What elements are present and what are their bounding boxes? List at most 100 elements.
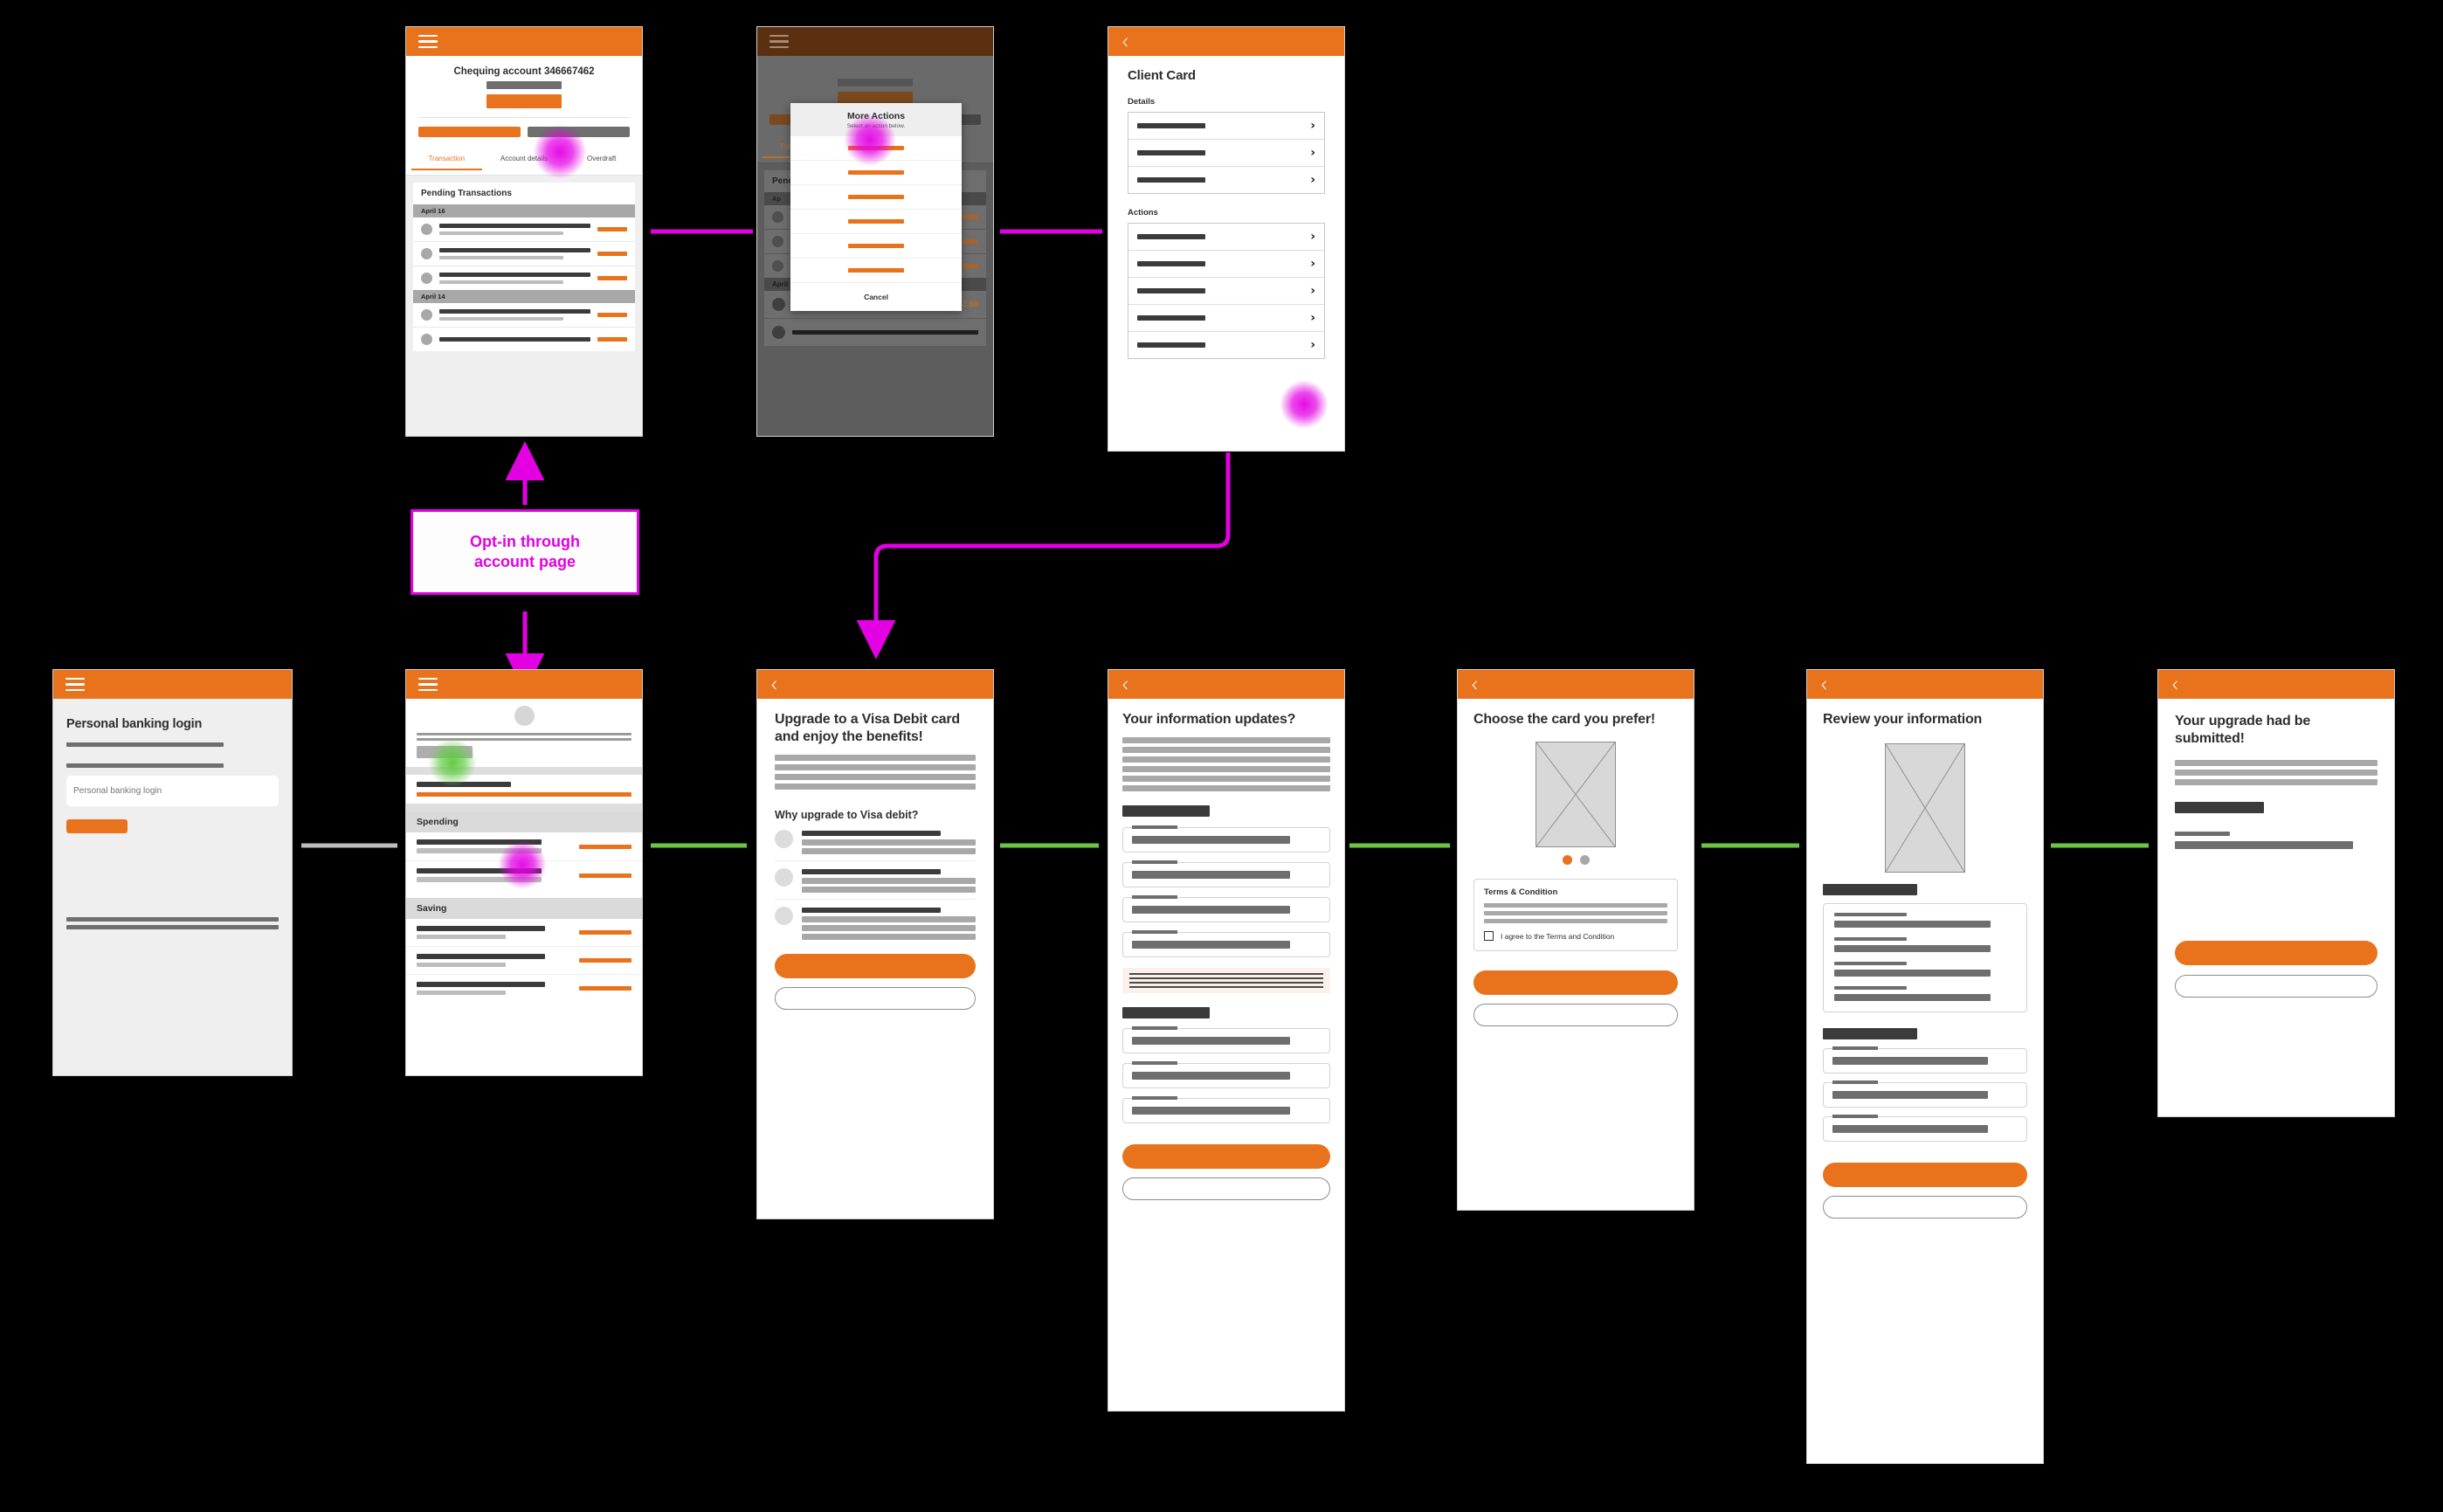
login-submit-button[interactable] (66, 819, 128, 834)
transaction-row[interactable] (413, 266, 635, 290)
field-label-placeholder (66, 763, 224, 769)
transaction-amount (597, 252, 627, 256)
secondary-button[interactable] (2175, 975, 2377, 998)
pending-transactions-heading: Pending Transactions (421, 189, 512, 198)
benefits-subheading: Why upgrade to Visa debit? (775, 809, 919, 821)
field-label-placeholder (1132, 825, 1177, 829)
screen-client-card: ‹ Client Card Details › › › Actions › › … (1108, 26, 1345, 452)
balance-amount-placeholder (487, 94, 562, 108)
date-group-header: April 16 (413, 204, 635, 217)
account-balance (579, 930, 631, 935)
continue-button[interactable] (1122, 1144, 1330, 1169)
transaction-row[interactable] (413, 217, 635, 242)
hamburger-icon[interactable] (769, 34, 789, 49)
terms-checkbox[interactable] (1484, 931, 1494, 941)
page-title: Choose the card you prefer! (1473, 712, 1655, 727)
carousel-dot[interactable] (1579, 855, 1590, 865)
account-progress-bar (417, 792, 631, 797)
screen-accounts-overview: Spending Saving (405, 669, 643, 1076)
flow-diagram-canvas: Chequing account 346667462 Transaction A… (0, 0, 2443, 1512)
form-field[interactable] (1823, 1046, 2027, 1074)
form-field[interactable] (1122, 1026, 1330, 1053)
profile-chip[interactable] (417, 746, 473, 758)
profile-line (417, 738, 631, 741)
actions-row[interactable]: › (1128, 278, 1324, 305)
actions-row[interactable]: › (1128, 305, 1324, 332)
notice-banner (1122, 968, 1330, 993)
account-row[interactable] (406, 947, 642, 975)
cancel-button[interactable] (1122, 1177, 1330, 1200)
tab-account-details[interactable]: Account details (482, 147, 567, 175)
appbar: ‹ (1108, 27, 1344, 56)
secondary-action-chip[interactable] (528, 127, 630, 137)
hamburger-icon[interactable] (66, 677, 85, 692)
merchant-avatar (421, 224, 432, 235)
benefit-item (775, 868, 976, 900)
footer-line-placeholder (66, 925, 279, 930)
form-field[interactable] (1122, 1096, 1330, 1123)
submit-button[interactable] (1823, 1163, 2027, 1187)
transaction-row[interactable] (413, 303, 635, 328)
cancel-button[interactable] (775, 987, 976, 1010)
appbar (53, 670, 292, 699)
account-row[interactable] (406, 832, 642, 861)
continue-button[interactable] (775, 954, 976, 978)
back-chevron-icon[interactable]: ‹ (770, 673, 777, 696)
account-row[interactable] (406, 919, 642, 947)
modal-action-item[interactable] (790, 234, 962, 259)
carousel-dot-active[interactable] (1562, 855, 1572, 865)
form-field[interactable] (1122, 825, 1330, 853)
back-chevron-icon[interactable]: ‹ (1471, 673, 1478, 696)
balance-placeholder (487, 81, 562, 89)
screen-choose-card: ‹ Choose the card you prefer! Terms & Co… (1457, 669, 1694, 1211)
back-chevron-icon[interactable]: ‹ (1121, 673, 1128, 696)
back-chevron-icon[interactable]: ‹ (2171, 673, 2178, 696)
card-image-placeholder[interactable] (1536, 742, 1616, 847)
account-row[interactable] (406, 861, 642, 889)
modal-action-item[interactable] (790, 136, 962, 161)
back-chevron-icon[interactable]: ‹ (1121, 31, 1128, 53)
form-field[interactable] (1122, 860, 1330, 887)
account-row[interactable] (406, 975, 642, 1002)
back-chevron-icon[interactable]: ‹ (1820, 673, 1827, 696)
appbar: ‹ (1108, 670, 1344, 699)
actions-section-label: Actions (1128, 207, 1158, 217)
profile-avatar[interactable] (514, 706, 535, 726)
transaction-row[interactable] (413, 242, 635, 266)
hamburger-icon[interactable] (418, 34, 438, 49)
details-row[interactable]: › (1128, 113, 1324, 140)
cancel-button[interactable] (1473, 1004, 1678, 1026)
hamburger-icon[interactable] (418, 677, 438, 692)
modal-action-item[interactable] (790, 185, 962, 210)
form-field[interactable] (1122, 1061, 1330, 1088)
actions-row[interactable]: › (1128, 251, 1324, 278)
modal-action-item[interactable] (790, 161, 962, 185)
details-row[interactable]: › (1128, 167, 1324, 193)
continue-button[interactable] (1473, 970, 1678, 995)
form-field[interactable] (1122, 895, 1330, 922)
modal-cancel-button[interactable]: Cancel (790, 283, 962, 311)
appbar (757, 27, 993, 56)
benefit-icon (775, 868, 793, 887)
primary-action-chip[interactable] (418, 127, 521, 137)
cancel-button[interactable] (1823, 1196, 2027, 1219)
tab-transaction[interactable]: Transaction (411, 147, 482, 175)
actions-row-upgrade[interactable]: › (1128, 332, 1324, 358)
card-image-placeholder (1885, 743, 1965, 873)
modal-action-item[interactable] (790, 210, 962, 234)
label-placeholder (66, 742, 224, 748)
screen-personal-banking-login: Personal banking login (52, 669, 293, 1076)
transaction-amount (597, 276, 627, 280)
form-field[interactable] (1823, 1080, 2027, 1108)
tab-overdraft[interactable]: Overdraft (566, 147, 637, 175)
transaction-row[interactable] (413, 328, 635, 351)
form-field[interactable] (1823, 1115, 2027, 1142)
field-label-placeholder (1832, 1115, 1878, 1118)
actions-row[interactable]: › (1128, 224, 1324, 251)
chevron-right-icon: › (1310, 256, 1315, 271)
modal-action-item[interactable] (790, 259, 962, 283)
form-field[interactable] (1122, 930, 1330, 957)
done-button[interactable] (2175, 941, 2377, 965)
details-row[interactable]: › (1128, 140, 1324, 167)
login-input[interactable] (66, 776, 279, 807)
